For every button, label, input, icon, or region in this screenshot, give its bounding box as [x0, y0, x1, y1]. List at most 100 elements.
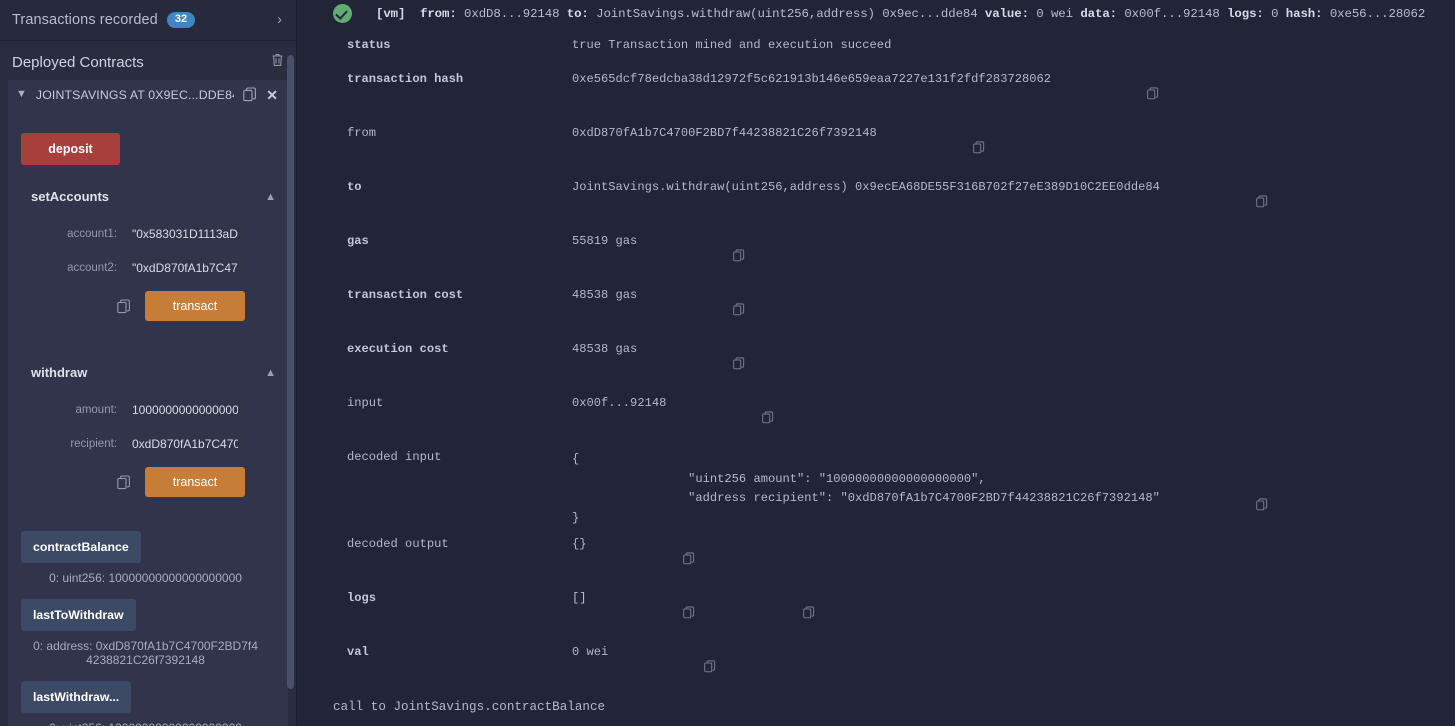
copy-icon[interactable]	[596, 592, 695, 637]
detail-value: 0xe565dcf78edcba38d12972f5c621913b146e65…	[572, 72, 1051, 86]
transaction-entry: [vm] from: 0xdD8...92148 to: JointSaving…	[297, 0, 1455, 690]
detail-value: 0x00f...92148	[572, 396, 667, 410]
copy-icon[interactable]	[117, 474, 131, 490]
hash-label: hash:	[1285, 6, 1323, 21]
copy-logs-icon[interactable]	[716, 592, 815, 637]
copy-icon[interactable]	[117, 298, 131, 314]
copy-icon[interactable]	[646, 235, 745, 280]
copy-icon[interactable]	[646, 343, 745, 388]
copy-icon[interactable]	[596, 538, 695, 583]
detail-key: logs	[347, 591, 377, 606]
lastwithdrawamount-button[interactable]: lastWithdraw...	[21, 681, 132, 714]
recipient-input[interactable]	[125, 429, 245, 458]
call-note: call to JointSavings.contractBalance	[333, 700, 606, 715]
detail-row: gas 55819 gas	[297, 225, 1455, 279]
detail-value: []	[572, 591, 587, 606]
remix-ide-root: Transactions recorded 32 › Deployed Cont…	[0, 0, 1455, 726]
logs-value: 0	[1271, 6, 1279, 21]
transactions-recorded-label: Transactions recorded	[12, 12, 158, 28]
param-label-recipient: recipient:	[70, 437, 117, 450]
to-value: JointSavings.withdraw(uint256,address) 0…	[596, 6, 978, 21]
terminal-log: [vm] from: 0xdD8...92148 to: JointSaving…	[297, 0, 1455, 726]
copy-icon[interactable]	[1169, 181, 1268, 226]
copy-icon[interactable]	[1169, 484, 1268, 529]
logs-label: logs:	[1227, 6, 1264, 21]
copy-icon[interactable]	[1060, 73, 1159, 118]
contract-body: deposit setAccounts ▲ account1: account2…	[8, 109, 288, 726]
lasttowithdraw-button[interactable]: lastToWithdraw	[21, 599, 136, 632]
detail-row: status true Transaction mined and execut…	[297, 29, 1455, 63]
function-withdraw-header[interactable]: withdraw ▲	[18, 355, 278, 390]
amount-input[interactable]	[125, 395, 245, 424]
detail-value: 48538 gas	[572, 342, 638, 356]
detail-row: transaction hash 0xe565dcf78edcba38d1297…	[297, 63, 1455, 117]
detail-value-wrap: 0xe565dcf78edcba38d12972f5c621913b146e65…	[572, 63, 1159, 117]
contractbalance-button[interactable]: contractBalance	[21, 531, 141, 563]
detail-value-wrap: true Transaction mined and execution suc…	[572, 29, 891, 52]
transaction-headline-text: [vm] from: 0xdD8...92148 to: JointSaving…	[362, 7, 1425, 21]
detail-key: val	[347, 645, 369, 660]
setaccounts-transact-button[interactable]: transact	[145, 291, 245, 321]
data-label: data:	[1080, 6, 1117, 21]
chevron-right-icon[interactable]: ›	[277, 12, 282, 27]
caret-down-icon[interactable]: ▼	[16, 89, 27, 100]
lastwithdrawamount-result: 0: uint256: 10000000000000000000	[21, 713, 278, 726]
copy-icon[interactable]	[243, 87, 257, 102]
detail-row: val 0 wei	[297, 636, 1455, 690]
withdraw-transact-button[interactable]: transact	[145, 467, 245, 497]
detail-value: true Transaction mined and execution suc…	[572, 38, 892, 52]
detail-row: to JointSavings.withdraw(uint256,address…	[297, 171, 1455, 225]
contractbalance-result: 0: uint256: 10000000000000000000	[49, 571, 242, 585]
copy-icon[interactable]	[617, 646, 716, 691]
detail-key: execution cost	[347, 342, 449, 356]
detail-key: decoded input	[347, 450, 442, 464]
detail-value-wrap: 48538 gas	[572, 279, 745, 333]
deploy-run-panel: Transactions recorded 32 › Deployed Cont…	[0, 0, 297, 726]
function-setaccounts-header[interactable]: setAccounts ▲	[18, 179, 278, 214]
param-label-account2: account2:	[67, 261, 117, 274]
param-label-amount: amount:	[75, 403, 117, 416]
param-row: amount:	[18, 395, 278, 424]
param-row: account1:	[18, 219, 278, 248]
detail-value: 55819 gas	[572, 234, 638, 248]
transactions-recorded-count: 32	[166, 12, 196, 28]
caret-up-icon[interactable]: ▲	[265, 367, 276, 379]
copy-icon[interactable]	[886, 127, 985, 172]
trash-icon[interactable]	[271, 53, 284, 72]
value-label: value:	[984, 6, 1029, 21]
detail-value-wrap: 0 wei	[572, 636, 716, 690]
value-value: 0 wei	[1036, 6, 1073, 21]
detail-value-wrap: 0x00f...92148	[572, 387, 774, 441]
deployed-contract-card: ▼ JOINTSAVINGS AT 0X9EC...DDE84 (M ✕ dep…	[8, 80, 288, 726]
close-icon[interactable]: ✕	[266, 88, 278, 102]
detail-value-wrap: {}	[572, 528, 695, 582]
param-row: account2:	[18, 253, 278, 282]
detail-row: decoded output {}	[297, 528, 1455, 582]
sidebar-scrollbar[interactable]	[285, 41, 296, 726]
detail-value: 0xdD870fA1b7C4700F2BD7f44238821C26f73921…	[572, 126, 877, 140]
transactions-recorded-bar[interactable]: Transactions recorded 32 ›	[0, 0, 296, 41]
detail-key: status	[347, 38, 391, 52]
detail-value: { "uint256 amount": "1000000000000000000…	[572, 452, 1160, 525]
function-withdraw-title: withdraw	[31, 365, 88, 380]
detail-value-wrap: 0xdD870fA1b7C4700F2BD7f44238821C26f73921…	[572, 117, 985, 171]
account1-input[interactable]	[125, 219, 245, 248]
copy-icon[interactable]	[646, 289, 745, 334]
detail-value-wrap: { "uint256 amount": "1000000000000000000…	[572, 441, 1268, 528]
transaction-headline[interactable]: [vm] from: 0xdD8...92148 to: JointSaving…	[297, 0, 1455, 29]
detail-value: 0 wei	[572, 645, 609, 660]
copy-icon[interactable]	[675, 397, 774, 442]
detail-value-wrap: 55819 gas	[572, 225, 745, 279]
contract-header[interactable]: ▼ JOINTSAVINGS AT 0X9EC...DDE84 (M ✕	[8, 80, 288, 109]
deposit-button[interactable]: deposit	[21, 133, 120, 165]
caret-up-icon[interactable]: ▲	[265, 191, 276, 203]
sidebar-scrollbar-thumb[interactable]	[287, 55, 294, 689]
getter-lastwithdrawamount: lastWithdraw... 0: uint256: 100000000000…	[21, 681, 278, 726]
param-row: recipient:	[18, 429, 278, 458]
function-setaccounts-actions: transact	[18, 291, 278, 321]
detail-key: input	[347, 396, 384, 410]
account2-input[interactable]	[125, 253, 245, 282]
vm-tag: [vm]	[376, 6, 406, 21]
detail-key: to	[347, 180, 362, 194]
